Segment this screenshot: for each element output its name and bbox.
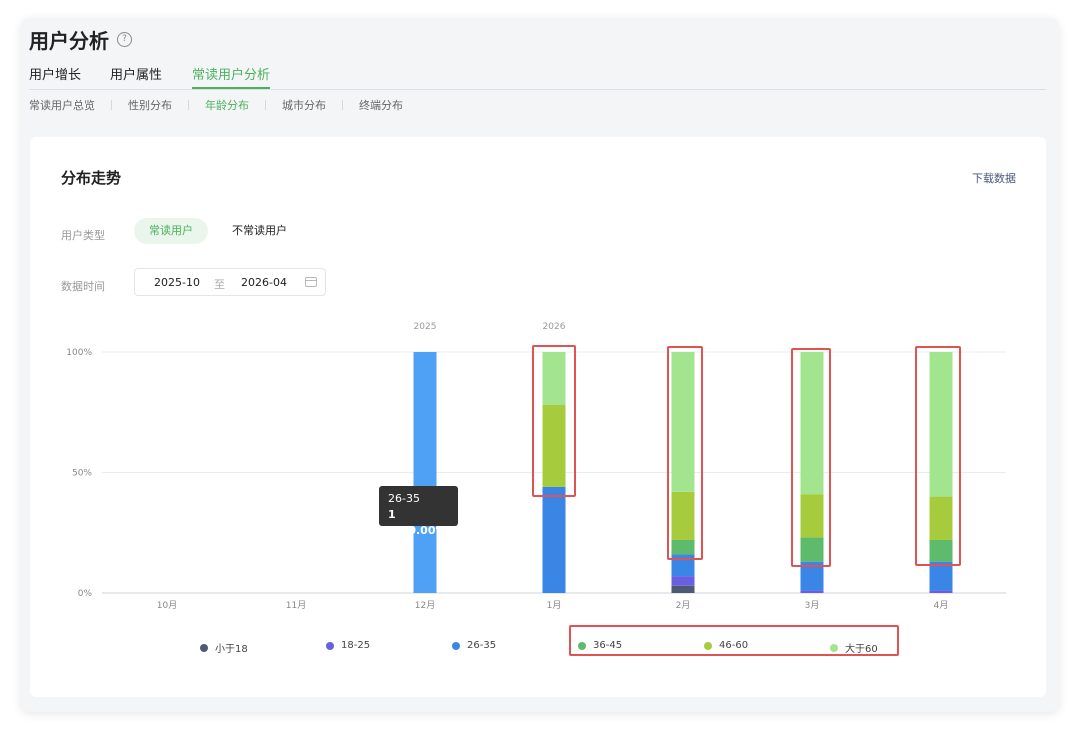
legend-color-dot bbox=[200, 643, 208, 652]
bar-segment bbox=[800, 352, 824, 495]
page-container: 用户分析 ? 用户增长 用户属性 常读用户分析 常读用户总览 性别分布 年龄分布… bbox=[21, 18, 1059, 712]
bar-segment bbox=[542, 352, 566, 406]
bar-segment bbox=[413, 352, 437, 593]
legend-color-dot bbox=[578, 641, 586, 650]
page-title: 用户分析 bbox=[29, 28, 109, 53]
sub-tabs: 常读用户总览 性别分布 年龄分布 城市分布 终端分布 bbox=[29, 97, 403, 113]
year-label: 2025 bbox=[414, 322, 437, 332]
chart-tooltip: 26-35 1 (100.00%) bbox=[379, 486, 458, 537]
bar-segment bbox=[671, 539, 695, 555]
subtab-divider bbox=[111, 100, 112, 110]
bar-segment bbox=[800, 561, 824, 591]
legend-item[interactable]: 26-35 bbox=[452, 640, 496, 651]
page-header: 用户分析 ? bbox=[29, 26, 132, 53]
tab-user-attributes[interactable]: 用户属性 bbox=[110, 67, 162, 89]
x-tick-label: 11月 bbox=[286, 600, 306, 611]
subtab-city[interactable]: 城市分布 bbox=[282, 97, 326, 113]
bar-segment bbox=[671, 554, 695, 577]
bar-segment bbox=[671, 352, 695, 492]
legend-color-dot bbox=[830, 643, 838, 652]
legend-color-dot bbox=[326, 641, 334, 650]
y-tick-label: 0% bbox=[78, 589, 93, 599]
legend-item[interactable]: 36-45 bbox=[578, 640, 622, 651]
bar-segment bbox=[929, 352, 953, 497]
legend-color-dot bbox=[704, 641, 712, 650]
bar-segment bbox=[671, 576, 695, 586]
bar-segment bbox=[929, 539, 953, 562]
bar-segment bbox=[800, 537, 824, 562]
bar-segment bbox=[800, 590, 824, 593]
x-tick-label: 1月 bbox=[547, 600, 562, 611]
legend-item[interactable]: 小于18 bbox=[200, 640, 248, 655]
legend-label: 26-35 bbox=[467, 640, 497, 651]
bar-segment bbox=[800, 494, 824, 538]
bar-segment bbox=[671, 491, 695, 540]
bar-segment bbox=[542, 486, 566, 593]
legend-label: 大于60 bbox=[845, 644, 878, 655]
bar-segment bbox=[929, 590, 953, 593]
bar-segment bbox=[671, 585, 695, 593]
legend-color-dot bbox=[452, 641, 460, 650]
x-tick-label: 10月 bbox=[157, 600, 177, 611]
age-distribution-stacked-bar-chart: 0% 50% 100% 10月 11月 12月 1月 2月 3月 4月 2025 2026 bbox=[66, 322, 1006, 611]
bar-segment bbox=[929, 496, 953, 540]
legend-item[interactable]: 18-25 bbox=[326, 640, 370, 651]
legend-label: 小于18 bbox=[215, 644, 248, 655]
legend-label: 46-60 bbox=[719, 640, 749, 651]
subtab-divider bbox=[265, 100, 266, 110]
x-tick-label: 4月 bbox=[934, 600, 949, 611]
tab-frequent-reader-analysis[interactable]: 常读用户分析 bbox=[192, 67, 271, 89]
bar-segment bbox=[929, 561, 953, 591]
tooltip-value: 1 (100.00%) bbox=[388, 508, 452, 537]
tooltip-label: 26-35 bbox=[388, 492, 420, 505]
legend-label: 36-45 bbox=[593, 640, 623, 651]
legend-item[interactable]: 46-60 bbox=[704, 640, 748, 651]
subtab-age[interactable]: 年龄分布 bbox=[205, 97, 249, 113]
subtab-device[interactable]: 终端分布 bbox=[359, 97, 403, 113]
bar-segment bbox=[542, 405, 566, 487]
y-tick-label: 50% bbox=[72, 469, 92, 479]
subtab-divider bbox=[188, 100, 189, 110]
subtab-overview[interactable]: 常读用户总览 bbox=[29, 97, 95, 113]
main-tabs: 用户增长 用户属性 常读用户分析 bbox=[29, 67, 1046, 90]
subtab-gender[interactable]: 性别分布 bbox=[128, 97, 172, 113]
subtab-divider bbox=[342, 100, 343, 110]
legend-label: 18-25 bbox=[341, 640, 371, 651]
tab-user-growth[interactable]: 用户增长 bbox=[29, 67, 81, 89]
x-tick-label: 3月 bbox=[805, 600, 820, 611]
legend-item[interactable]: 大于60 bbox=[830, 640, 878, 655]
distribution-card: 分布走势 下载数据 用户类型 常读用户 不常读用户 数据时间 2025-10 至… bbox=[30, 137, 1046, 697]
x-tick-label: 2月 bbox=[676, 600, 691, 611]
y-tick-label: 100% bbox=[66, 348, 92, 358]
x-tick-label: 12月 bbox=[415, 600, 435, 611]
year-label: 2026 bbox=[543, 322, 566, 332]
question-circle-icon[interactable]: ? bbox=[117, 31, 132, 47]
